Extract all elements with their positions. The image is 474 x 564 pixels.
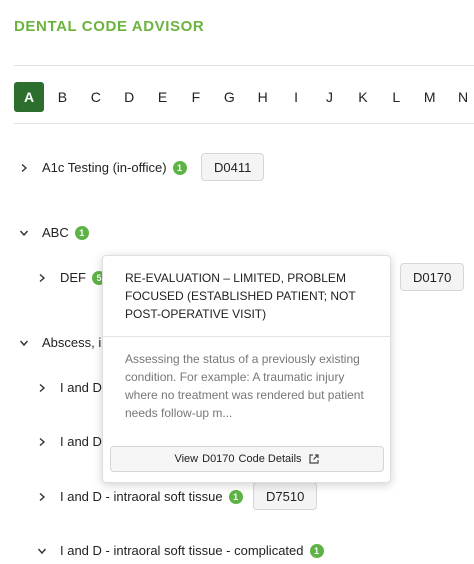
letter-h[interactable]: H (248, 82, 278, 112)
list-item-i-and-d[interactable]: I and D - (36, 434, 110, 449)
list-item-i-and-d-complicated[interactable]: I and D - intraoral soft tissue - compli… (36, 543, 324, 558)
count-badge: 1 (228, 489, 243, 504)
button-label-prefix: View (174, 453, 199, 465)
list-item-abscess[interactable]: Abscess, inc (18, 335, 115, 350)
letter-j[interactable]: J (315, 82, 345, 112)
divider (103, 336, 390, 337)
letter-e[interactable]: E (148, 82, 178, 112)
letter-g[interactable]: G (214, 82, 244, 112)
count-badge: 1 (74, 225, 89, 240)
letter-m[interactable]: M (415, 82, 445, 112)
list-item-label: DEF (60, 270, 86, 285)
list-item-def[interactable]: DEF 5 (36, 270, 106, 285)
code-chip-d0170[interactable]: D0170 (400, 263, 465, 291)
count-badge: 1 (172, 160, 187, 175)
button-label-suffix: Code Details (238, 453, 302, 465)
list-item-label: A1c Testing (in-office) (42, 160, 167, 175)
chevron-down-icon[interactable] (36, 545, 48, 557)
popover-title: RE-EVALUATION – LIMITED, PROBLEM FOCUSED… (125, 271, 356, 321)
chevron-right-icon[interactable] (36, 382, 48, 394)
chevron-down-icon[interactable] (18, 227, 30, 239)
code-chip-d7510[interactable]: D7510 (253, 482, 318, 510)
code-chip-d0411[interactable]: D0411 (201, 153, 265, 181)
divider (14, 123, 474, 124)
code-popover: RE-EVALUATION – LIMITED, PROBLEM FOCUSED… (102, 255, 391, 483)
list-item-i-and-d[interactable]: I and D - (36, 380, 110, 395)
app-title: DENTAL CODE ADVISOR (14, 18, 205, 35)
divider (14, 65, 474, 66)
list-item-abc[interactable]: ABC 1 (18, 225, 89, 240)
view-code-details-button[interactable]: View D0170 Code Details (110, 446, 384, 472)
count-badge: 1 (309, 543, 324, 558)
alphabet-nav: A B C D E F G H I J K L M N (14, 82, 474, 112)
chevron-down-icon[interactable] (18, 337, 30, 349)
letter-i[interactable]: I (281, 82, 311, 112)
letter-b[interactable]: B (47, 82, 77, 112)
letter-c[interactable]: C (81, 82, 111, 112)
letter-a[interactable]: A (14, 82, 44, 112)
list-item-label: I and D - intraoral soft tissue - compli… (60, 543, 304, 558)
list-item-a1c[interactable]: A1c Testing (in-office) 1 (18, 160, 187, 175)
letter-k[interactable]: K (348, 82, 378, 112)
letter-f[interactable]: F (181, 82, 211, 112)
letter-n[interactable]: N (448, 82, 474, 112)
button-label-code: D0170 (202, 453, 235, 465)
chevron-right-icon[interactable] (18, 162, 30, 174)
list-item-label: I and D - intraoral soft tissue (60, 489, 223, 504)
external-link-icon (308, 453, 320, 465)
list-item-i-and-d-intraoral[interactable]: I and D - intraoral soft tissue 1 (36, 489, 243, 504)
chevron-right-icon[interactable] (36, 272, 48, 284)
letter-d[interactable]: D (114, 82, 144, 112)
chevron-right-icon[interactable] (36, 491, 48, 503)
letter-l[interactable]: L (381, 82, 411, 112)
popover-description: Assessing the status of a previously exi… (125, 352, 364, 420)
chevron-right-icon[interactable] (36, 436, 48, 448)
list-item-label: ABC (42, 225, 69, 240)
